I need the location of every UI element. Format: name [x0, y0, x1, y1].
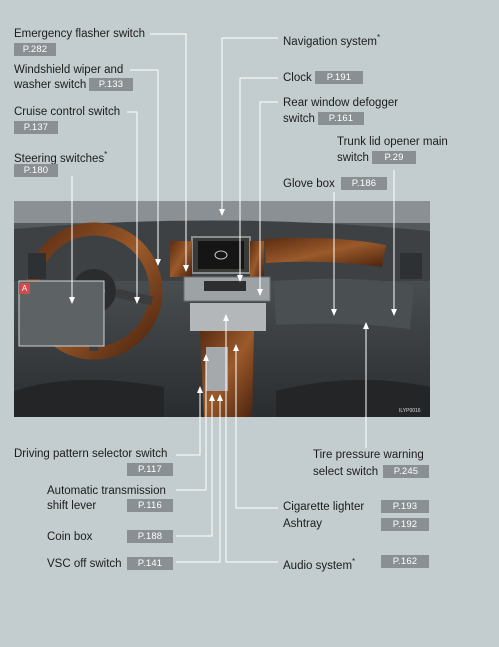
photo-code: ILYP0016 — [399, 408, 421, 414]
label-vsc-off: VSC off switch — [47, 558, 122, 570]
label-driving-pattern: Driving pattern selector switch — [14, 448, 168, 460]
label-auto-trans-line2: shift lever — [47, 500, 97, 512]
page-ashtray[interactable]: P.192 — [381, 518, 429, 531]
page-cruise[interactable]: P.137 — [14, 121, 58, 134]
page-driving-pattern[interactable]: P.117 — [127, 463, 173, 476]
dashboard-photo — [14, 201, 430, 417]
label-emergency-flasher: Emergency flasher switch — [14, 28, 146, 40]
label-tire-line1: Tire pressure warning — [313, 449, 424, 461]
label-navigation: Navigation system* — [283, 31, 380, 49]
label-defogger-line1: Rear window defogger — [283, 97, 399, 109]
page-steering[interactable]: P.180 — [14, 164, 58, 177]
label-wiper-line1: Windshield wiper and — [14, 64, 124, 76]
page-wiper[interactable]: P.133 — [89, 78, 133, 91]
label-audio-text: Audio system — [283, 559, 353, 572]
label-cruise: Cruise control switch — [14, 106, 121, 118]
page-auto-trans[interactable]: P.116 — [127, 499, 173, 512]
label-auto-trans-line1: Automatic transmission — [47, 485, 166, 497]
label-wiper-line2: washer switch — [14, 79, 87, 91]
label-trunk-line2: switch — [337, 152, 369, 164]
label-glove-box: Glove box — [283, 178, 335, 190]
label-ashtray: Ashtray — [283, 518, 322, 530]
page-emergency-flasher[interactable]: P.282 — [14, 43, 56, 56]
label-clock: Clock — [283, 72, 312, 84]
label-audio-star: * — [352, 557, 356, 566]
label-steering-star: * — [104, 150, 108, 159]
leader-vsc — [176, 398, 221, 563]
label-tire-line2: select switch — [313, 466, 379, 478]
page-clock[interactable]: P.191 — [315, 71, 363, 84]
dashboard-illustration — [14, 201, 430, 417]
page-vsc-off[interactable]: P.141 — [127, 557, 173, 570]
page-glove-box[interactable]: P.186 — [341, 177, 387, 190]
label-cigarette: Cigarette lighter — [283, 501, 365, 513]
inset-badge-a: A — [19, 283, 30, 294]
leader-navigation — [221, 37, 278, 212]
page-defogger[interactable]: P.161 — [318, 112, 364, 125]
label-trunk-line1: Trunk lid opener main — [337, 136, 448, 148]
label-coin-box: Coin box — [47, 531, 93, 543]
leader-coin-box — [176, 398, 213, 537]
label-navigation-star: * — [376, 33, 381, 42]
label-audio: Audio system* — [283, 555, 355, 573]
page-tire[interactable]: P.245 — [383, 465, 429, 478]
label-defogger-line2: switch — [283, 113, 315, 125]
page-audio[interactable]: P.162 — [381, 555, 429, 568]
page-cigarette[interactable]: P.193 — [381, 500, 429, 513]
page-trunk[interactable]: P.29 — [372, 151, 416, 164]
page-coin-box[interactable]: P.188 — [127, 530, 173, 543]
label-navigation-text: Navigation system — [283, 35, 377, 48]
